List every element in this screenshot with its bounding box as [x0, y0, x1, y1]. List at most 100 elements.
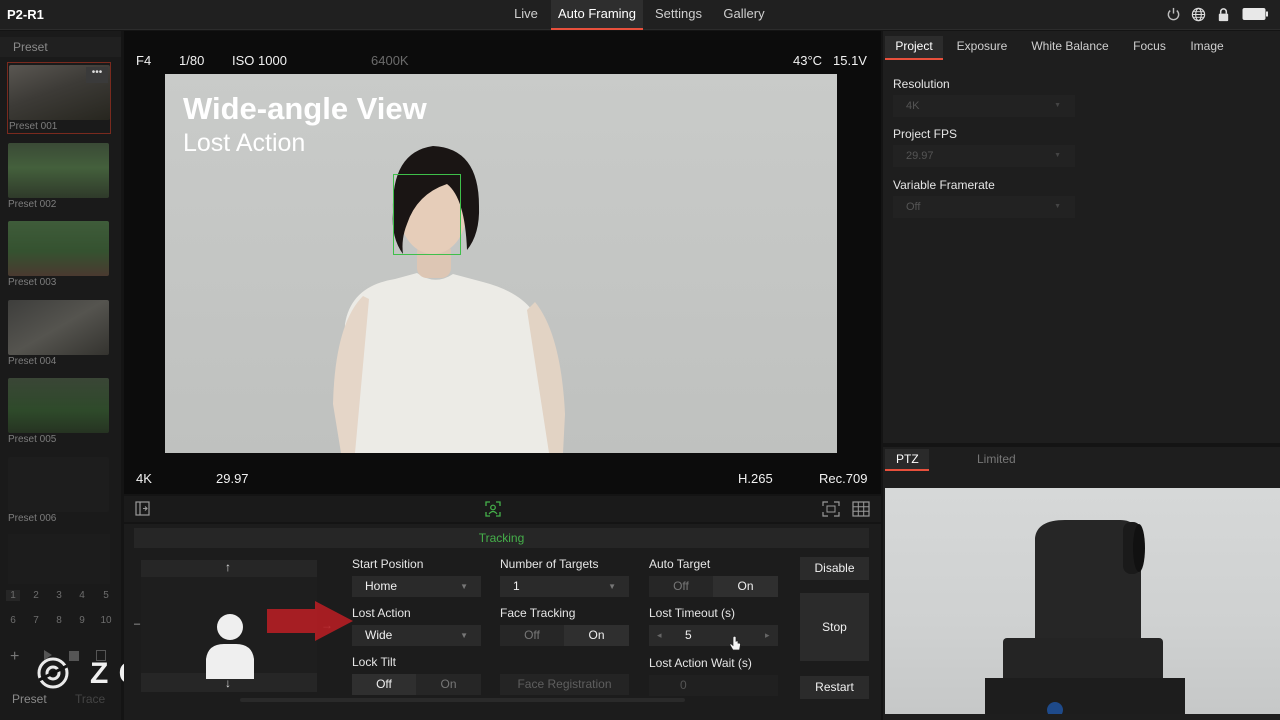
- auto-framing-icon[interactable]: [485, 501, 501, 517]
- preset-label: Preset 004: [8, 356, 57, 367]
- tracking-header: Tracking: [134, 528, 869, 548]
- preset-item-005[interactable]: Preset 005: [7, 376, 111, 448]
- number-of-targets-label: Number of Targets: [500, 557, 599, 571]
- face-tracking-toggle[interactable]: Off On: [500, 625, 629, 646]
- preset-item-001[interactable]: ••• Preset 001: [7, 62, 111, 134]
- preset-thumbnail: [8, 143, 109, 198]
- preset-label: Preset 001: [9, 121, 58, 132]
- lock-tilt-on[interactable]: On: [416, 674, 481, 695]
- person-silhouette-icon: [205, 613, 255, 679]
- lock-tilt-off[interactable]: Off: [352, 674, 416, 695]
- tab-project[interactable]: Project: [885, 36, 943, 60]
- start-position-label: Start Position: [352, 557, 424, 571]
- lost-timeout-value: 5: [685, 628, 692, 642]
- variable-framerate-label: Variable Framerate: [893, 178, 995, 192]
- preset-item-003[interactable]: Preset 003: [7, 219, 111, 291]
- project-fps-label: Project FPS: [893, 127, 958, 141]
- preset-number[interactable]: 6: [6, 615, 20, 626]
- fit-frame-icon[interactable]: [822, 501, 840, 517]
- start-position-value: Home: [365, 579, 398, 593]
- lock-tilt-toggle[interactable]: Off On: [352, 674, 481, 695]
- tab-image[interactable]: Image: [1185, 36, 1229, 60]
- preset-number[interactable]: 3: [52, 590, 66, 601]
- preset-item-006[interactable]: Preset 006: [7, 455, 111, 527]
- tab-focus[interactable]: Focus: [1128, 36, 1171, 60]
- lost-action-label: Lost Action: [352, 606, 411, 620]
- tab-white-balance[interactable]: White Balance: [1026, 36, 1114, 60]
- tab-gallery[interactable]: Gallery: [716, 0, 772, 30]
- project-fps-value: 29.97: [906, 150, 934, 162]
- tab-trace[interactable]: Trace: [75, 692, 105, 706]
- preset-number[interactable]: 2: [29, 590, 43, 601]
- preset-item-004[interactable]: Preset 004: [7, 298, 111, 370]
- face-tracking-label: Face Tracking: [500, 606, 576, 620]
- preset-number[interactable]: 7: [29, 615, 43, 626]
- start-position-select[interactable]: Home ▼: [352, 576, 481, 597]
- preset-number[interactable]: 9: [75, 615, 89, 626]
- lost-action-wait-input[interactable]: 0: [649, 675, 778, 696]
- face-tracking-off[interactable]: Off: [500, 625, 564, 646]
- hud-fps: 29.97: [216, 471, 249, 486]
- battery-icon: [1242, 7, 1268, 22]
- chevron-down-icon: ▼: [1054, 203, 1061, 210]
- grid-icon[interactable]: [852, 501, 870, 517]
- face-registration-button[interactable]: Face Registration: [500, 674, 629, 695]
- chevron-down-icon: ▼: [1054, 152, 1061, 159]
- preset-number[interactable]: 10: [97, 615, 115, 626]
- auto-target-label: Auto Target: [649, 557, 711, 571]
- resolution-select[interactable]: 4K ▼: [893, 95, 1075, 117]
- tab-auto-framing[interactable]: Auto Framing: [551, 0, 643, 30]
- more-options-icon[interactable]: •••: [86, 67, 108, 83]
- hud-white-balance: 6400K: [371, 53, 409, 68]
- lock-tilt-label: Lock Tilt: [352, 655, 397, 669]
- auto-target-toggle[interactable]: Off On: [649, 576, 778, 597]
- hud-codec: H.265: [738, 471, 773, 486]
- sidebar-toggle-icon[interactable]: [135, 501, 150, 516]
- tab-limited[interactable]: Limited: [977, 452, 1016, 466]
- cursor-hand-icon: [729, 635, 741, 652]
- hud-voltage: 15.1V: [833, 53, 867, 68]
- preset-number[interactable]: 8: [52, 615, 66, 626]
- tab-ptz[interactable]: PTZ: [885, 449, 929, 471]
- power-icon[interactable]: [1166, 7, 1181, 22]
- preset-label: Preset 005: [8, 434, 57, 445]
- number-of-targets-select[interactable]: 1 ▼: [500, 576, 629, 597]
- restart-button[interactable]: Restart: [800, 676, 869, 699]
- viewer-toolbar: [124, 496, 881, 522]
- lost-timeout-stepper[interactable]: ◂ 5 ▸: [649, 625, 778, 646]
- lock-icon[interactable]: [1216, 7, 1231, 22]
- tab-exposure[interactable]: Exposure: [950, 36, 1014, 60]
- add-preset-icon[interactable]: +: [10, 648, 19, 666]
- hud-temperature: 43°C: [793, 53, 823, 68]
- decrement-icon[interactable]: ◂: [657, 625, 662, 646]
- face-tracking-on[interactable]: On: [564, 625, 629, 646]
- project-fps-select[interactable]: 29.97 ▼: [893, 145, 1075, 167]
- variable-framerate-select[interactable]: Off ▼: [893, 196, 1075, 218]
- stop-button[interactable]: Stop: [800, 593, 869, 661]
- globe-icon[interactable]: [1191, 7, 1206, 22]
- lost-action-select[interactable]: Wide ▼: [352, 625, 481, 646]
- arrow-up-icon[interactable]: ↑: [225, 560, 231, 574]
- preset-header: Preset: [0, 37, 121, 57]
- preset-thumbnail: [8, 457, 109, 512]
- tab-settings[interactable]: Settings: [647, 0, 710, 30]
- device-title: P2-R1: [7, 7, 44, 22]
- preset-label: Preset 003: [8, 277, 57, 288]
- tab-live[interactable]: Live: [505, 0, 547, 30]
- preset-number[interactable]: 1: [6, 590, 20, 601]
- arrow-left-icon[interactable]: –: [134, 618, 140, 630]
- top-bar: P2-R1 Live Auto Framing Settings Gallery: [0, 0, 1280, 30]
- stop-icon[interactable]: [69, 651, 79, 661]
- auto-target-on[interactable]: On: [713, 576, 778, 597]
- disable-button[interactable]: Disable: [800, 557, 869, 580]
- chevron-down-icon: ▼: [460, 582, 468, 591]
- horizontal-scrollbar[interactable]: [240, 698, 685, 702]
- auto-target-off[interactable]: Off: [649, 576, 713, 597]
- ptz-camera-preview: [885, 488, 1280, 714]
- preset-number[interactable]: 5: [99, 590, 113, 601]
- preset-item-002[interactable]: Preset 002: [7, 141, 111, 213]
- increment-icon[interactable]: ▸: [765, 625, 770, 646]
- preset-number[interactable]: 4: [75, 590, 89, 601]
- live-feed[interactable]: Wide-angle View Lost Action: [165, 74, 837, 453]
- tab-preset[interactable]: Preset: [12, 692, 47, 706]
